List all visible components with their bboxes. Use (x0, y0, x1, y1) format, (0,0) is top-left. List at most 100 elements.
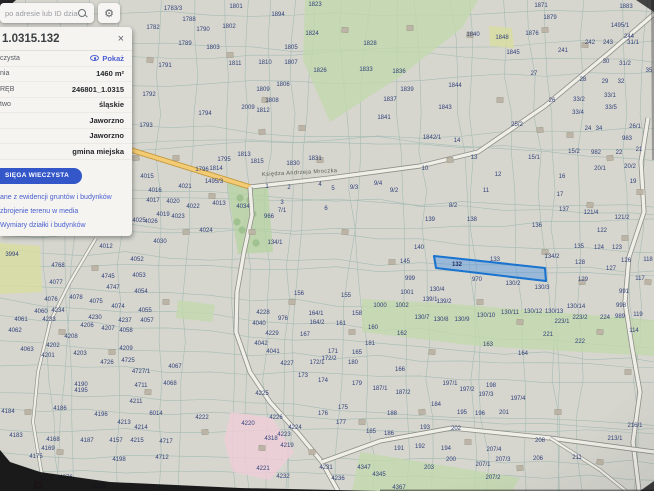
parcel-label[interactable]: 982 (591, 150, 602, 156)
parcel-label[interactable]: 133 (490, 257, 501, 263)
parcel-label[interactable]: 121/2 (614, 215, 630, 221)
parcel-label[interactable]: 9/4 (374, 181, 383, 187)
parcel-label[interactable]: 25/2 (511, 122, 523, 128)
parcel-label[interactable]: 19 (630, 179, 637, 185)
parcel-label[interactable]: 207/3 (495, 457, 511, 463)
parcel-label[interactable]: 1807 (284, 60, 298, 66)
parcel-label[interactable]: 970 (472, 277, 483, 283)
parcel-label[interactable]: 137 (559, 207, 570, 213)
parcel-label[interactable]: 216/1 (627, 423, 643, 429)
parcel-label[interactable]: 191 (394, 446, 405, 452)
parcel-label[interactable]: 176 (318, 411, 329, 417)
parcel-label[interactable]: 1802 (222, 24, 236, 30)
parcel-label[interactable]: 1792 (142, 92, 156, 98)
parcel-label[interactable]: 4236 (331, 476, 345, 482)
parcel-label[interactable]: 9/3 (350, 185, 359, 191)
parcel-label[interactable]: 4711 (135, 383, 149, 389)
parcel-label[interactable]: 4229 (265, 331, 279, 337)
parcel-label[interactable]: 1806 (276, 82, 290, 88)
parcel-label[interactable]: 4234 (51, 308, 65, 314)
parcel-label[interactable]: 1814 (209, 166, 223, 172)
parcel-label[interactable]: 4075 (89, 299, 103, 305)
parcel-label[interactable]: 4019 (156, 212, 170, 218)
parcel-label[interactable]: 208 (535, 438, 546, 444)
parcel-label[interactable]: 30 (603, 59, 610, 65)
parcel-label[interactable]: 130/11 (501, 310, 520, 316)
parcel-label[interactable]: 4345 (372, 472, 386, 478)
search-bar[interactable]: po adresie lub ID działki... (0, 3, 94, 23)
parcel-label[interactable]: 1823 (308, 2, 322, 8)
parcel-label[interactable]: 165 (352, 350, 363, 356)
parcel-label[interactable]: 1813 (237, 152, 251, 158)
parcel-label[interactable]: 1828 (363, 41, 377, 47)
parcel-label[interactable]: 1879 (543, 15, 557, 21)
parcel-label[interactable]: 4187 (80, 438, 94, 444)
parcel-label[interactable]: 4026 (144, 219, 158, 225)
parcel-label[interactable]: 197/4 (510, 396, 526, 402)
parcel-label[interactable]: 4195 (74, 388, 88, 394)
parcel-label[interactable]: 162 (397, 331, 408, 337)
parcel-label[interactable]: 1783/3 (164, 6, 183, 12)
parcel-label[interactable]: 4747 (106, 285, 120, 291)
parcel-label[interactable]: 976 (278, 316, 289, 322)
parcel-label[interactable]: 1840 (466, 32, 480, 38)
parcel-label[interactable]: 134/1 (267, 240, 283, 246)
parcel-label[interactable]: 33/4 (572, 110, 584, 116)
parcel-label[interactable]: 130/3 (534, 285, 550, 291)
link-uzbrojenie[interactable]: zbrojenie terenu w media (0, 208, 132, 215)
parcel-label[interactable]: 10 (422, 166, 429, 172)
parcel-label[interactable]: 7/1 (278, 208, 287, 214)
parcel-label[interactable]: 4023 (171, 214, 185, 220)
selected-parcel-label[interactable]: 132 (452, 262, 463, 268)
parcel-label[interactable]: 197/3 (478, 392, 494, 398)
parcel-label[interactable]: 4203 (73, 351, 87, 357)
parcel-label[interactable]: 221 (543, 332, 554, 338)
parcel-label[interactable]: 130/14 (567, 304, 586, 310)
parcel-label[interactable]: 121/4 (583, 210, 599, 216)
parcel-label[interactable]: 241 (558, 48, 569, 54)
parcel-label[interactable]: 4186 (53, 406, 67, 412)
parcel-label[interactable]: 129 (578, 277, 589, 283)
parcel-label[interactable]: 167 (300, 332, 311, 338)
parcel-label[interactable]: 4717 (159, 439, 173, 445)
parcel-label[interactable]: 1845 (506, 50, 520, 56)
parcel-label[interactable]: 197/1 (442, 381, 458, 387)
parcel-label[interactable]: 1811 (229, 61, 243, 67)
parcel-label[interactable]: 4215 (130, 438, 144, 444)
parcel-label[interactable]: 29 (602, 79, 609, 85)
parcel-label[interactable]: 4013 (212, 201, 226, 207)
search-icon[interactable] (78, 9, 87, 18)
parcel-label[interactable]: 4220 (241, 421, 255, 427)
parcel-label[interactable]: 4219 (280, 443, 294, 449)
parcel-label[interactable]: 1830 (286, 161, 300, 167)
parcel-label[interactable]: 128 (575, 260, 586, 266)
parcel-label[interactable]: 160 (368, 325, 379, 331)
parcel-label[interactable]: 4021 (178, 184, 192, 190)
parcel-label[interactable]: 127 (606, 266, 617, 272)
parcel-label[interactable]: 187/2 (395, 390, 411, 396)
parcel-label[interactable]: 1000 (373, 303, 387, 309)
parcel-label[interactable]: 222 (575, 339, 586, 345)
parcel-label[interactable]: 158 (352, 311, 363, 317)
parcel-label[interactable]: 223/2 (572, 315, 588, 321)
parcel-label[interactable]: 4184 (1, 409, 15, 415)
close-icon[interactable]: × (118, 34, 124, 44)
parcel-label[interactable]: 999 (405, 276, 416, 282)
parcel-label[interactable]: 201 (499, 410, 510, 416)
parcel-label[interactable]: 1795 (217, 157, 231, 163)
parcel-label[interactable]: 4057 (140, 318, 154, 324)
parcel-label[interactable]: 4041 (266, 349, 280, 355)
parcel-label[interactable]: 9/2 (390, 188, 399, 194)
parcel-label[interactable]: 1837 (383, 97, 397, 103)
parcel-label[interactable]: 4214 (134, 425, 148, 431)
parcel-label[interactable]: 32 (618, 79, 625, 85)
parcel-label[interactable]: 4077 (49, 280, 63, 286)
parcel-label[interactable]: 1803 (206, 45, 220, 51)
parcel-label[interactable]: 4060 (34, 309, 48, 315)
parcel-label[interactable]: 989 (615, 314, 626, 320)
parcel-label[interactable]: 15/2 (568, 149, 580, 155)
parcel-label[interactable]: 4012 (99, 244, 113, 250)
parcel-label[interactable]: 1791 (158, 63, 172, 69)
parcel-label[interactable]: 203 (424, 465, 435, 471)
parcel-label[interactable]: 1796 (195, 167, 209, 173)
